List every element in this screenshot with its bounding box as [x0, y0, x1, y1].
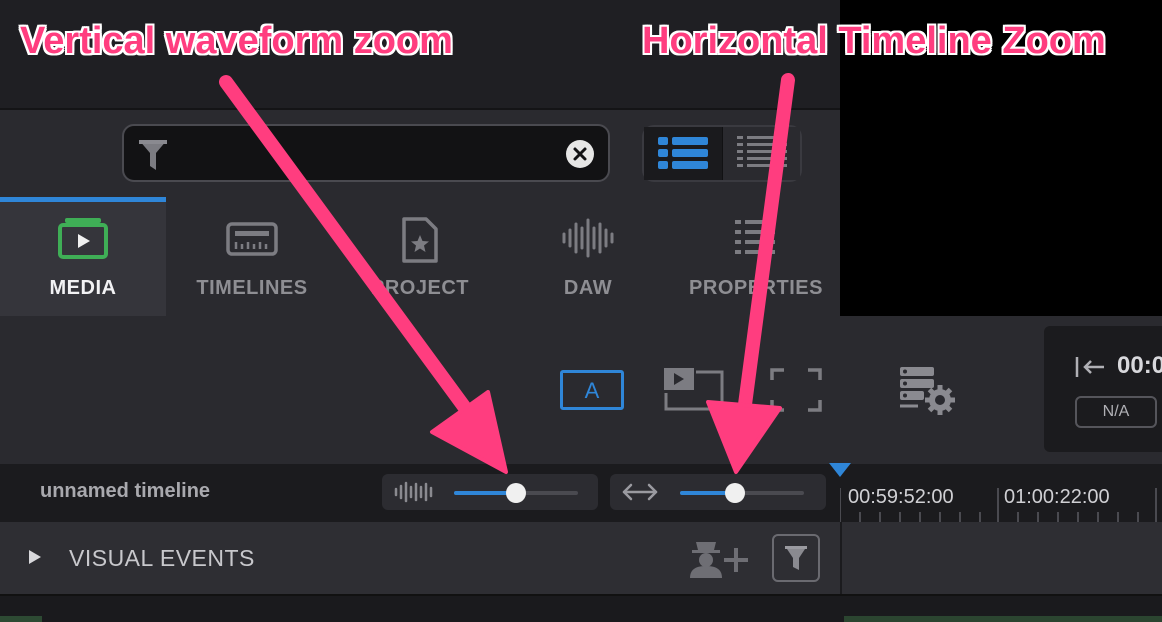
tab-label: MEDIA [49, 277, 117, 299]
playhead-marker[interactable] [828, 462, 852, 478]
track-clip [0, 616, 42, 622]
vertical-zoom-slider[interactable] [454, 483, 578, 503]
timeline-ruler[interactable]: 00:59:52:00 01:00:22:00 [840, 464, 1162, 522]
track-area [840, 522, 1162, 594]
horizontal-arrows-icon [622, 483, 658, 501]
annotation-horizontal-zoom: Horizontal Timeline Zoom [642, 20, 1106, 62]
properties-icon [735, 220, 775, 254]
list-view-button[interactable] [644, 127, 722, 180]
tab-properties[interactable]: PROPERTIES [672, 198, 840, 316]
detail-view-button[interactable] [723, 127, 800, 180]
filter-button[interactable] [772, 534, 820, 582]
search-input[interactable] [122, 124, 610, 182]
horizontal-zoom-slider[interactable] [680, 483, 804, 503]
timelines-icon [226, 222, 278, 256]
visual-events-label: VISUAL EVENTS [69, 545, 255, 571]
slider-handle[interactable] [724, 483, 745, 503]
tab-label: TIMELINES [196, 277, 308, 299]
annotation-vertical-zoom: Vertical waveform zoom [20, 20, 453, 62]
audio-mode-button[interactable]: A [560, 370, 624, 410]
audio-mode-label: A [584, 378, 600, 403]
tab-daw[interactable]: DAW [504, 198, 672, 316]
filter-icon [138, 138, 168, 172]
horizontal-zoom-control [610, 474, 826, 510]
tab-media[interactable]: MEDIA [0, 198, 166, 316]
track-clip [844, 616, 1162, 622]
detail-list-icon [737, 136, 787, 167]
list-view-icon [658, 137, 708, 169]
expand-arrow-icon[interactable] [28, 549, 42, 565]
tab-label: PROJECT [371, 277, 469, 299]
waveform-icon [562, 218, 614, 258]
tab-timelines[interactable]: TIMELINES [168, 198, 336, 316]
timeline-name: unnamed timeline [40, 480, 211, 502]
go-to-start-icon[interactable] [1074, 354, 1106, 380]
slider-handle[interactable] [506, 483, 526, 503]
picture-in-picture-icon[interactable] [662, 366, 726, 412]
add-person-icon[interactable] [686, 538, 750, 580]
vertical-zoom-control [382, 474, 598, 510]
ruler-label: 00:59:52:00 [848, 486, 954, 508]
clear-search-button[interactable] [566, 140, 594, 168]
fullscreen-icon[interactable] [770, 368, 822, 412]
timecode-display: 00:0 [1117, 352, 1162, 379]
timecode-status-button[interactable]: N/A [1075, 396, 1157, 428]
filter-icon [785, 546, 807, 570]
media-icon [58, 218, 108, 259]
render-settings-icon[interactable] [898, 364, 958, 418]
project-icon [402, 217, 438, 263]
tab-label: PROPERTIES [689, 277, 823, 299]
waveform-icon [394, 481, 433, 503]
tab-project[interactable]: PROJECT [336, 198, 504, 316]
timecode-panel [1044, 326, 1162, 452]
ruler-label: 01:00:22:00 [1004, 486, 1110, 508]
tab-label: DAW [563, 277, 613, 299]
